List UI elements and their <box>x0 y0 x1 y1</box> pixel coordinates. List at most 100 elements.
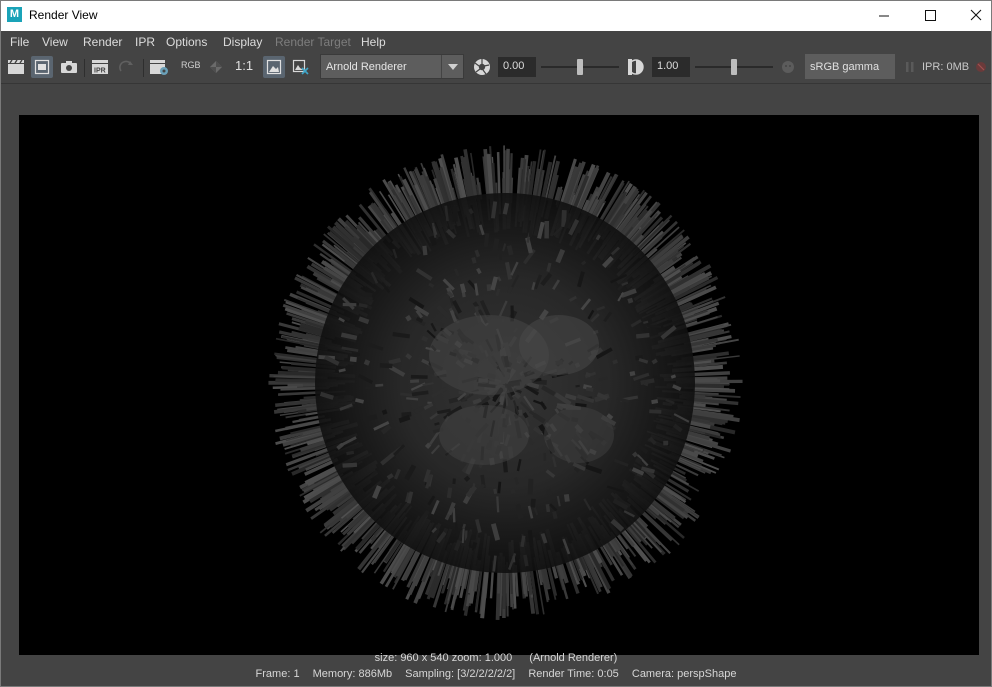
inner-spike <box>635 355 644 361</box>
menu-render-target[interactable]: Render Target <box>275 35 351 49</box>
menu-view[interactable]: View <box>42 35 68 49</box>
menu-render[interactable]: Render <box>83 35 122 49</box>
maximize-icon <box>924 9 936 21</box>
inner-spike <box>424 442 432 449</box>
inner-spike <box>643 381 649 387</box>
toolbar-separator <box>143 59 144 77</box>
checker-icon <box>210 61 222 73</box>
inner-spike <box>461 528 465 544</box>
inner-spike <box>405 314 412 322</box>
menu-help[interactable]: Help <box>361 35 386 49</box>
alpha-channel-button[interactable] <box>205 56 227 78</box>
inner-spike <box>472 398 482 405</box>
gamma-slider-handle[interactable] <box>731 59 737 75</box>
spike <box>282 365 317 372</box>
inner-spike <box>530 498 536 508</box>
color-space-field[interactable]: sRGB gamma <box>805 54 895 79</box>
toolbar: IPR RGB 1:1 Arnold Renderer 0.00 1.00 sR… <box>1 53 991 82</box>
maximize-button[interactable] <box>907 1 953 29</box>
inner-spike <box>523 554 529 567</box>
inner-spike <box>454 521 459 537</box>
inner-spike <box>474 249 481 258</box>
inner-spike <box>471 541 478 550</box>
stop-render-button[interactable] <box>973 56 989 78</box>
gamma-field[interactable]: 1.00 <box>652 57 690 77</box>
render-settings-button[interactable] <box>148 56 170 78</box>
inner-spike <box>575 402 587 408</box>
inner-spike <box>651 399 659 405</box>
real-size-button[interactable]: 1:1 <box>235 58 253 73</box>
inner-spike <box>428 235 437 246</box>
inner-spike <box>498 394 505 406</box>
inner-spike <box>545 503 551 513</box>
inner-spike <box>520 535 526 548</box>
renderer-dropdown[interactable]: Arnold Renderer <box>320 54 464 79</box>
gamma-icon-button[interactable] <box>625 56 647 78</box>
inner-spike <box>434 422 440 426</box>
close-button[interactable] <box>953 1 992 29</box>
menu-bar: File View Render IPR Options Display Ren… <box>1 31 991 53</box>
redo-previous-render-button[interactable] <box>5 56 27 78</box>
inner-spike <box>340 332 358 341</box>
inner-spike <box>405 353 413 360</box>
inner-spike <box>496 496 500 513</box>
inner-spike <box>463 475 471 482</box>
menu-ipr[interactable]: IPR <box>135 35 155 49</box>
menu-options[interactable]: Options <box>166 35 207 49</box>
inner-spike <box>546 262 552 273</box>
image-icon <box>266 59 282 75</box>
inner-spike <box>354 398 365 404</box>
inner-spike <box>338 368 346 373</box>
spike <box>480 571 489 619</box>
image-size-label: size: 960 x 540 zoom: 1.000 <box>374 652 513 664</box>
menu-display[interactable]: Display <box>223 35 262 49</box>
inner-spike <box>358 316 370 325</box>
inner-spike <box>495 288 501 297</box>
inner-spike <box>651 358 658 365</box>
pause-icon <box>906 62 914 72</box>
inner-spike <box>348 352 361 358</box>
inner-spike <box>672 404 678 410</box>
display-image-button[interactable] <box>263 56 285 78</box>
inner-spike <box>512 555 516 563</box>
inner-spike <box>474 283 479 296</box>
inner-spike <box>492 555 497 572</box>
exposure-icon-button[interactable] <box>471 56 493 78</box>
exposure-slider-handle[interactable] <box>577 59 583 75</box>
inner-spike <box>452 508 456 523</box>
svg-text:IPR: IPR <box>94 68 106 75</box>
inner-spike <box>527 478 534 495</box>
status-renderer-label: (Arnold Renderer) <box>529 652 618 664</box>
refresh-ipr-button[interactable] <box>115 56 137 78</box>
render-view-window: M Render View File View Render IPR Optio… <box>0 0 992 687</box>
inner-spike <box>479 483 486 490</box>
inner-spike <box>546 489 553 496</box>
inner-spike <box>346 450 355 456</box>
inner-spike <box>561 209 567 228</box>
window-title: Render View <box>29 8 98 22</box>
color-management-button[interactable] <box>777 56 799 78</box>
renderer-value: Arnold Renderer <box>326 61 407 73</box>
snapshot-button[interactable] <box>58 56 80 78</box>
render-viewport[interactable] <box>1 83 991 655</box>
chevron-down-icon[interactable] <box>441 55 463 78</box>
exposure-field[interactable]: 0.00 <box>498 57 536 77</box>
rgb-channel-label[interactable]: RGB <box>181 60 201 70</box>
refresh-ipr-icon <box>119 60 133 72</box>
inner-spike <box>635 456 643 464</box>
render-region-button[interactable] <box>31 56 53 78</box>
memory-label: Memory: 886Mb <box>312 668 393 680</box>
menu-file[interactable]: File <box>10 35 29 49</box>
inner-spike <box>522 412 529 419</box>
stop-icon <box>976 62 986 72</box>
image-remove-icon <box>292 59 309 75</box>
inner-spike <box>388 357 402 365</box>
ipr-render-button[interactable]: IPR <box>89 56 111 78</box>
inner-spike <box>386 473 394 480</box>
remove-image-button[interactable] <box>290 56 312 78</box>
minimize-button[interactable] <box>861 1 907 29</box>
inner-spike <box>612 359 618 365</box>
inner-spike <box>444 205 449 222</box>
pause-ipr-button[interactable] <box>899 56 921 78</box>
status-line-2: Frame: 1 Memory: 886Mb Sampling: [3/2/2/… <box>1 668 991 680</box>
